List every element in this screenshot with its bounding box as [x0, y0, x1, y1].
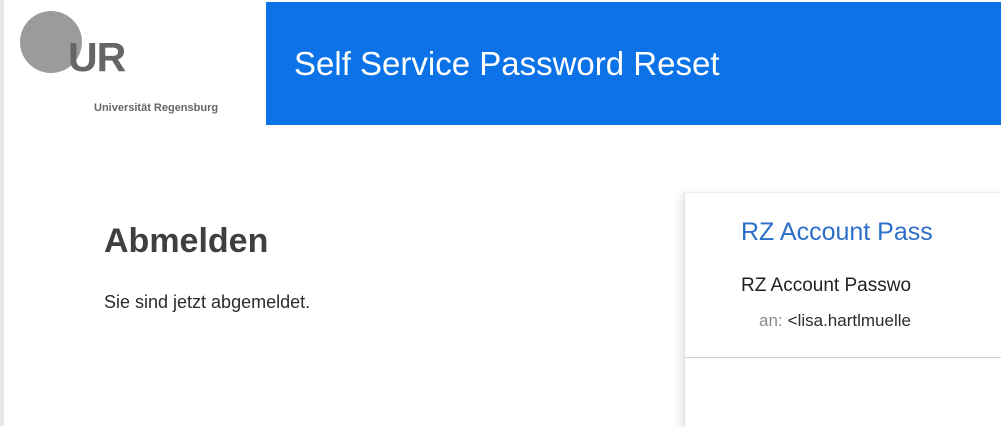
logo-letters: UR: [68, 34, 126, 80]
logout-heading: Abmelden: [104, 222, 269, 260]
recipient-value: <lisa.hartlmuelle: [787, 311, 911, 330]
email-recipient: an: <lisa.hartlmuelle: [759, 311, 911, 331]
email-preview-card[interactable]: RZ Account Pass RZ Account Passwo an: <li…: [684, 192, 1001, 427]
university-logo: UR Universität Regensburg: [14, 2, 262, 124]
email-subject: RZ Account Passwo: [741, 275, 912, 296]
page: UR Universität Regensburg Self Service P…: [0, 0, 1001, 427]
page-title: Self Service Password Reset: [294, 45, 720, 82]
email-divider: [685, 357, 1001, 358]
logout-message: Sie sind jetzt abgemeldet.: [104, 292, 311, 312]
recipient-label: an:: [759, 311, 783, 330]
logo-subtitle: Universität Regensburg: [94, 102, 219, 114]
header-bar: Self Service Password Reset: [266, 2, 1001, 125]
email-title: RZ Account Pass: [741, 218, 933, 246]
